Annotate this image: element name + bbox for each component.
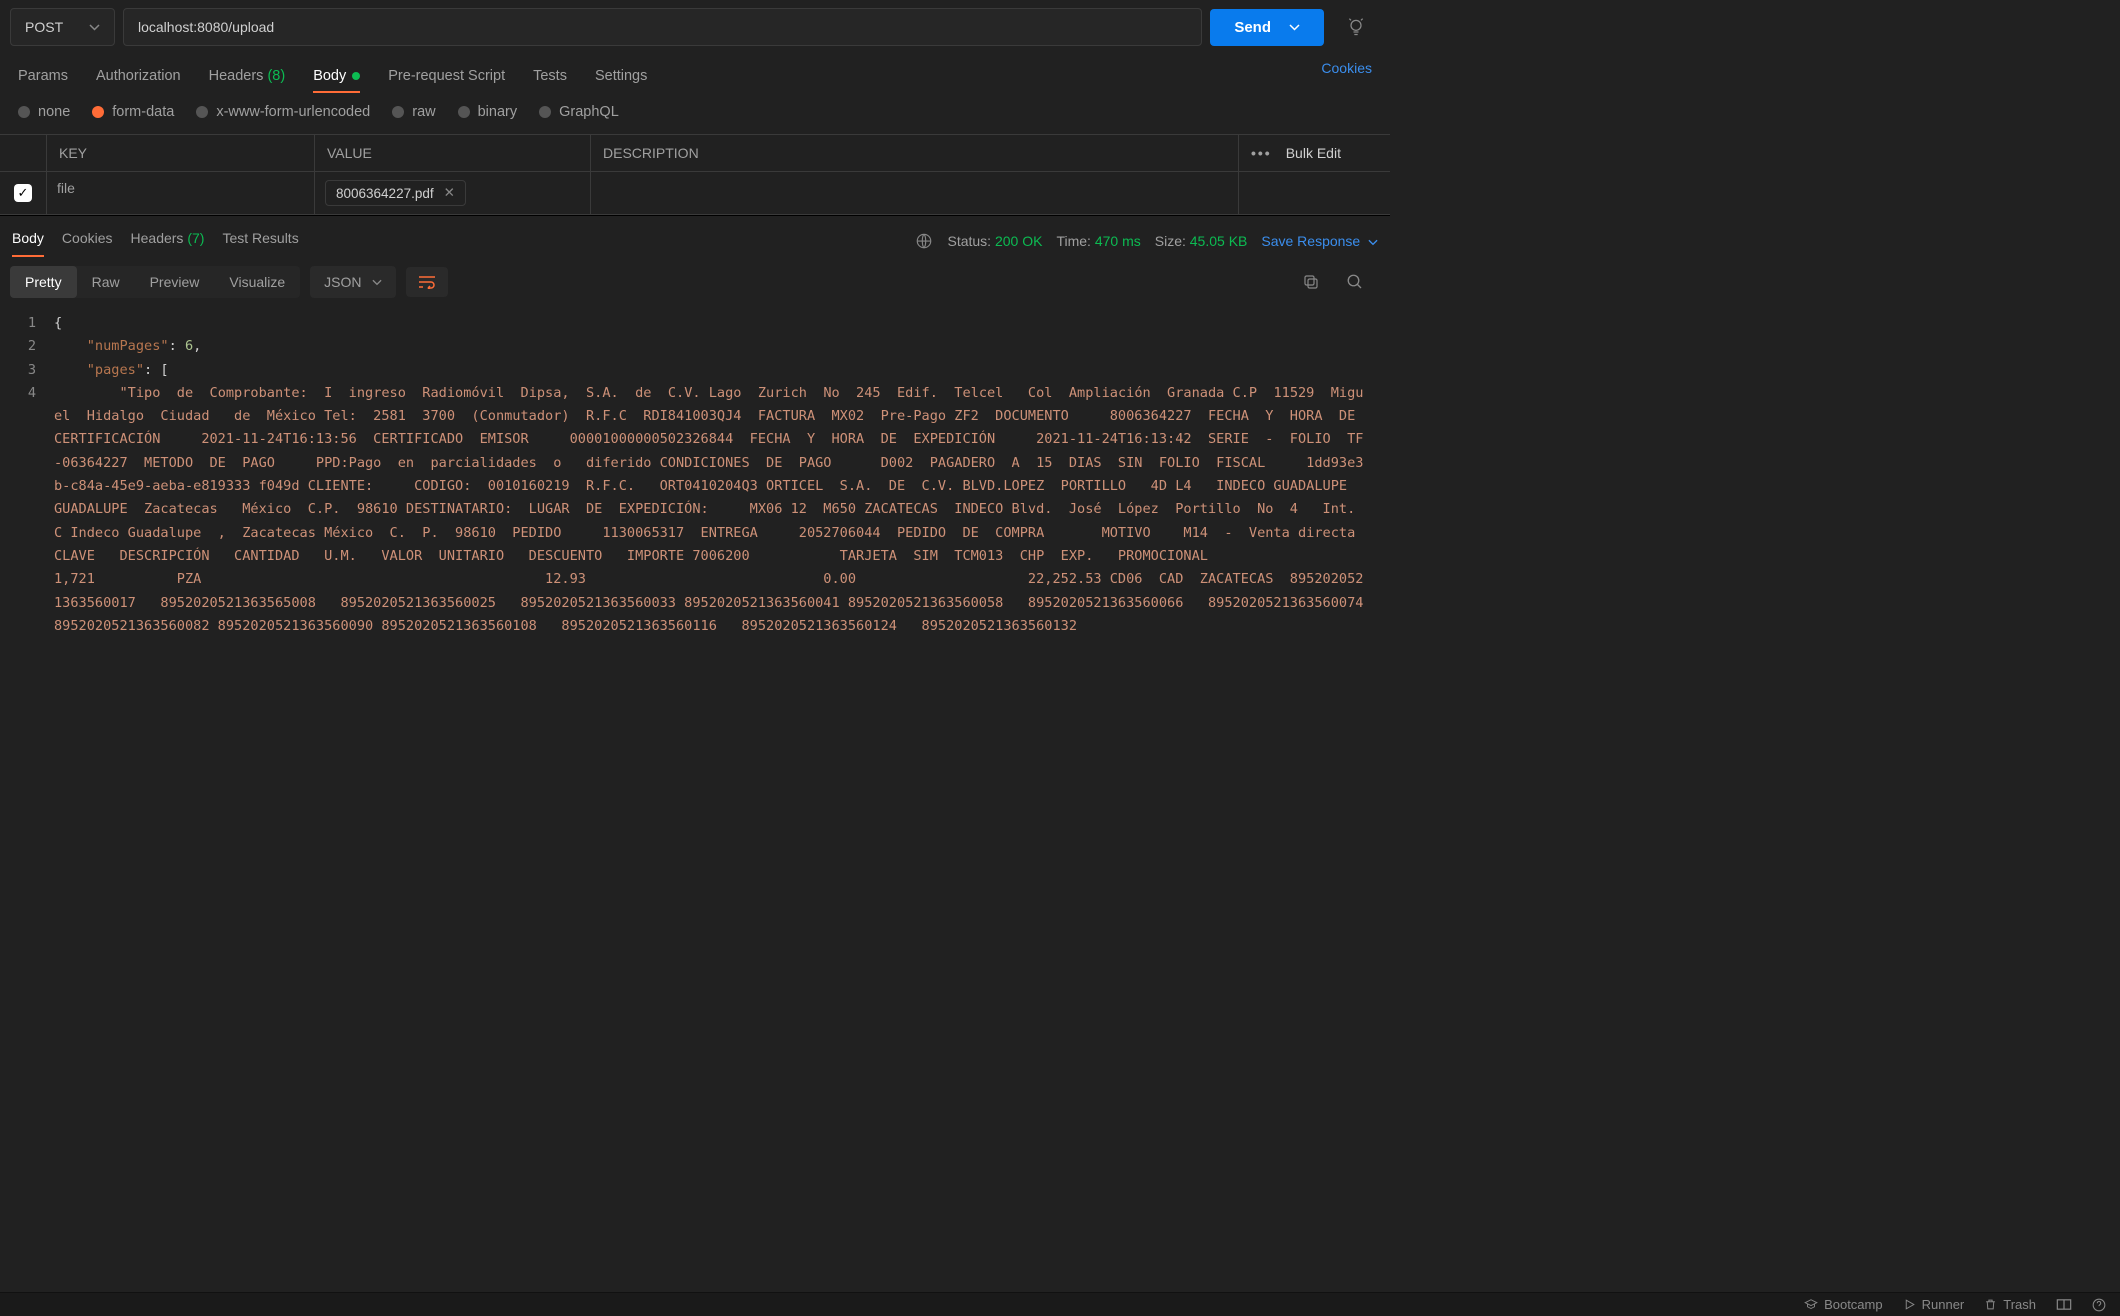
body-type-urlencoded[interactable]: x-www-form-urlencoded [196, 104, 370, 120]
chevron-down-icon [89, 24, 100, 31]
response-tab-cookies[interactable]: Cookies [62, 226, 113, 256]
url-value: localhost:8080/upload [138, 19, 274, 35]
view-raw[interactable]: Raw [77, 266, 135, 298]
row-enabled-checkbox[interactable]: ✓ [14, 184, 32, 202]
view-pretty[interactable]: Pretty [10, 266, 77, 298]
description-input[interactable] [590, 172, 1238, 214]
footer-trash[interactable]: Trash [1984, 1297, 2036, 1312]
footer-panes-icon[interactable] [2056, 1298, 2072, 1311]
key-input[interactable]: file [46, 172, 314, 214]
file-pill[interactable]: 8006364227.pdf ✕ [325, 180, 466, 206]
view-visualize[interactable]: Visualize [214, 266, 300, 298]
tab-settings[interactable]: Settings [595, 60, 647, 92]
response-tab-headers[interactable]: Headers (7) [131, 226, 205, 256]
cookies-link[interactable]: Cookies [1321, 60, 1372, 92]
footer-help-icon[interactable] [2092, 1298, 2106, 1312]
kv-header-key: KEY [46, 135, 314, 171]
view-preview[interactable]: Preview [135, 266, 215, 298]
http-method-value: POST [25, 19, 63, 35]
body-format-select[interactable]: JSON [310, 266, 395, 298]
body-type-binary[interactable]: binary [458, 104, 518, 120]
size-label: Size: 45.05 KB [1155, 233, 1248, 249]
footer-runner[interactable]: Runner [1903, 1297, 1965, 1312]
status-label: Status: 200 OK [947, 233, 1042, 249]
body-type-raw[interactable]: raw [392, 104, 435, 120]
value-input[interactable]: 8006364227.pdf ✕ [314, 172, 590, 214]
status-bar: Bootcamp Runner Trash [0, 1292, 2120, 1316]
url-input[interactable]: localhost:8080/upload [123, 8, 1202, 46]
copy-icon[interactable] [1302, 273, 1320, 291]
response-tab-testresults[interactable]: Test Results [222, 226, 298, 256]
globe-icon[interactable] [915, 232, 933, 250]
tab-prerequest[interactable]: Pre-request Script [388, 60, 505, 92]
save-response-button[interactable]: Save Response [1261, 233, 1378, 249]
active-dot-icon [352, 72, 360, 80]
kv-header-description: DESCRIPTION [590, 135, 1238, 171]
body-type-formdata[interactable]: form-data [92, 104, 174, 120]
body-type-none[interactable]: none [18, 104, 70, 120]
body-type-graphql[interactable]: GraphQL [539, 104, 619, 120]
close-icon[interactable]: ✕ [444, 185, 455, 201]
response-body[interactable]: 1{ 2 "numPages": 6, 3 "pages": [ 4 "Tipo… [0, 308, 1390, 706]
send-button[interactable]: Send [1210, 9, 1324, 46]
tab-params[interactable]: Params [18, 60, 68, 92]
tab-authorization[interactable]: Authorization [96, 60, 181, 92]
tab-tests[interactable]: Tests [533, 60, 567, 92]
search-icon[interactable] [1346, 273, 1364, 291]
time-label: Time: 470 ms [1056, 233, 1140, 249]
more-options-icon[interactable]: ••• [1251, 145, 1272, 161]
footer-bootcamp[interactable]: Bootcamp [1804, 1297, 1883, 1312]
tab-body[interactable]: Body [313, 60, 360, 92]
file-name: 8006364227.pdf [336, 186, 434, 201]
chevron-down-icon[interactable] [1289, 24, 1300, 31]
send-label: Send [1234, 19, 1271, 36]
response-tab-body[interactable]: Body [12, 226, 44, 256]
http-method-select[interactable]: POST [10, 8, 115, 46]
kv-header-value: VALUE [314, 135, 590, 171]
tips-icon[interactable] [1332, 17, 1380, 37]
table-row: ✓ file 8006364227.pdf ✕ [0, 172, 1390, 215]
tab-headers[interactable]: Headers (8) [209, 60, 286, 92]
bulk-edit-link[interactable]: Bulk Edit [1286, 145, 1341, 161]
wrap-lines-button[interactable] [406, 267, 448, 297]
